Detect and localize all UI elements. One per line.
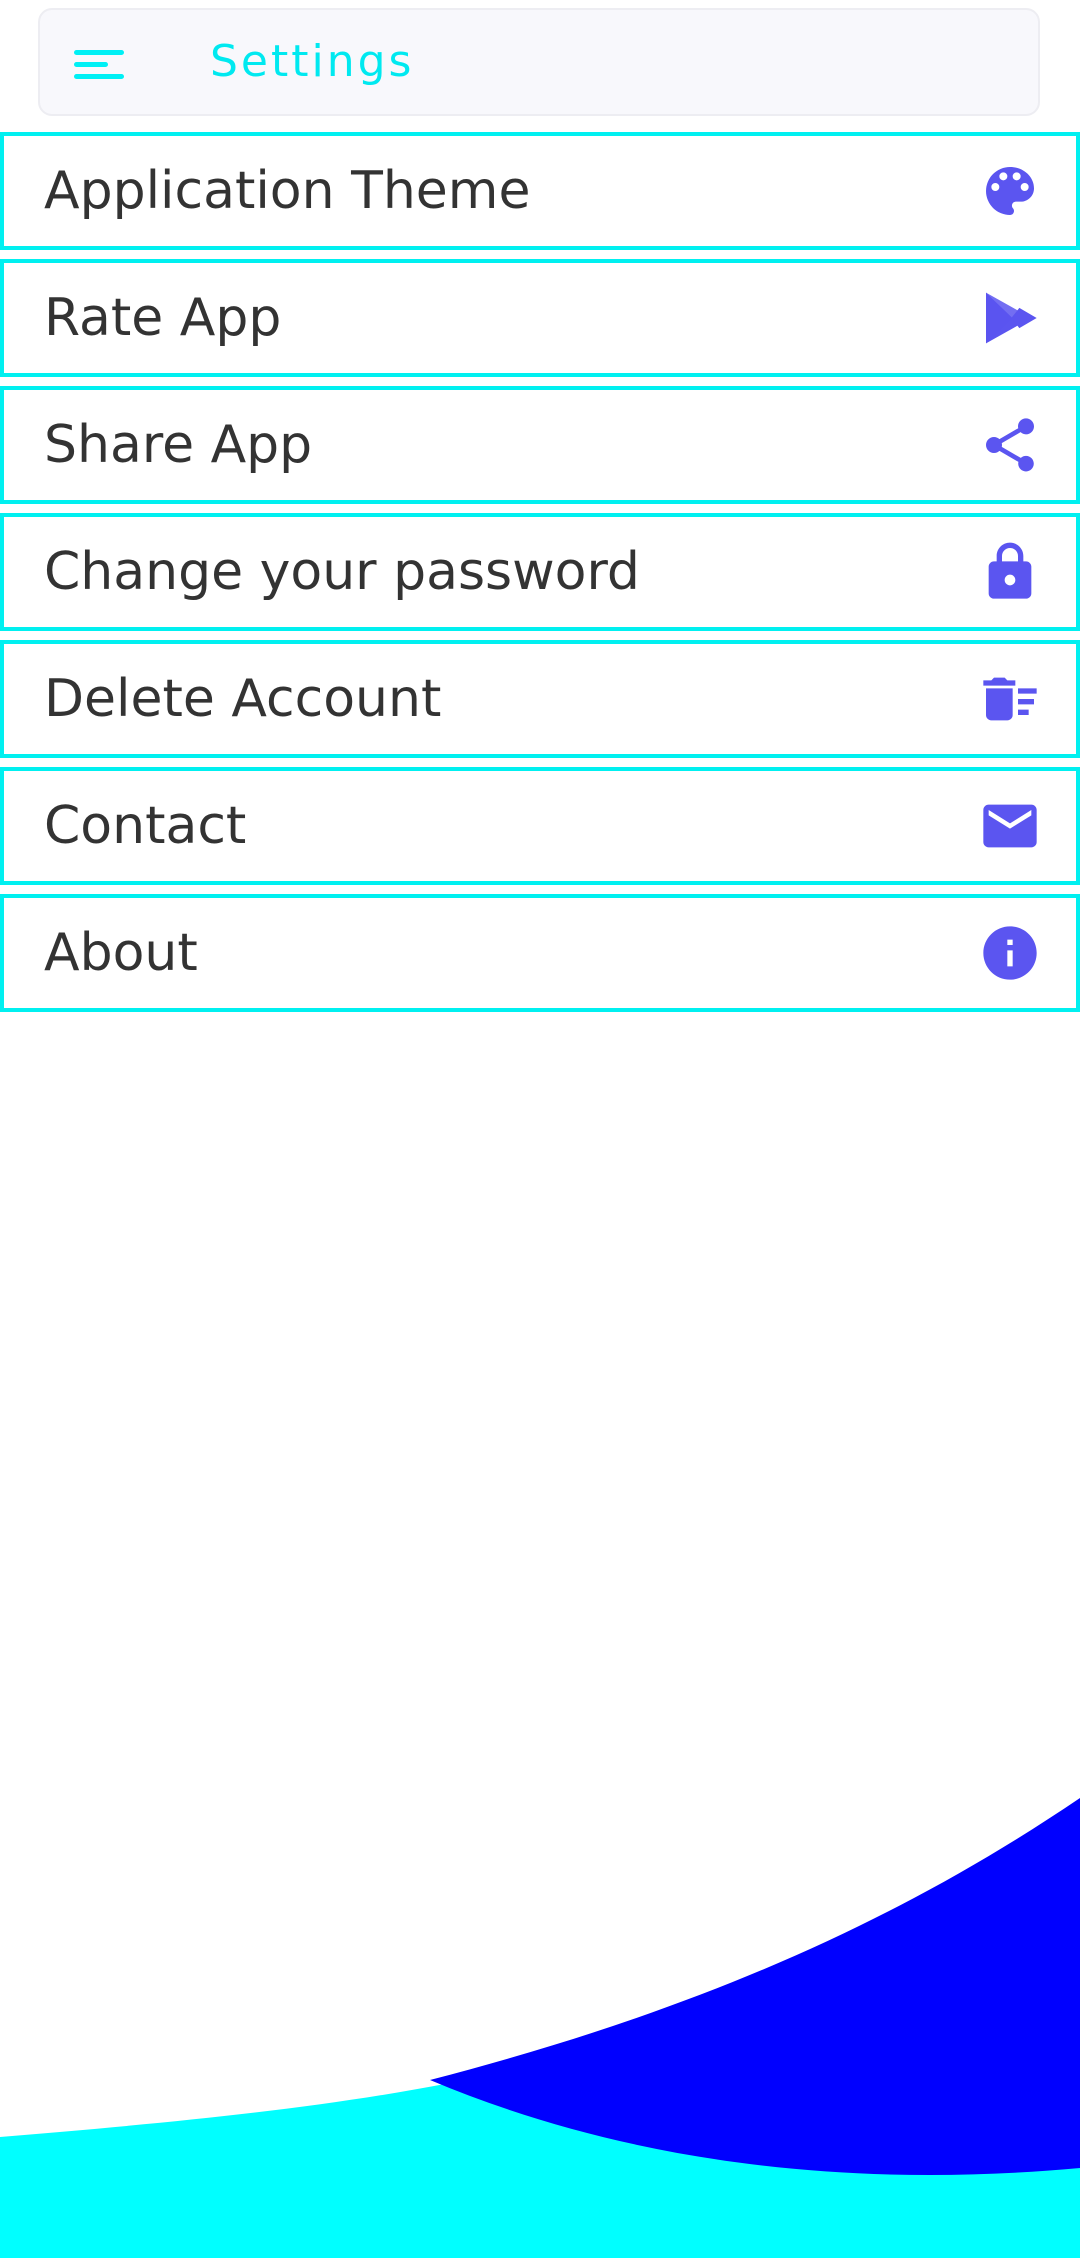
settings-item-label: Delete Account <box>44 669 442 729</box>
settings-item-rate-app[interactable]: Rate App <box>0 259 1080 377</box>
settings-item-label: Rate App <box>44 288 282 348</box>
settings-item-about[interactable]: About <box>0 894 1080 1012</box>
settings-item-change-password[interactable]: Change your password <box>0 513 1080 631</box>
page-title: Settings <box>210 36 415 87</box>
palette-icon <box>978 159 1042 223</box>
settings-item-label: Application Theme <box>44 161 531 221</box>
menu-line <box>74 50 124 55</box>
mail-icon <box>978 794 1042 858</box>
decorative-waves <box>0 1798 1080 2258</box>
settings-item-share-app[interactable]: Share App <box>0 386 1080 504</box>
lock-icon <box>978 540 1042 604</box>
share-icon <box>978 413 1042 477</box>
menu-line <box>74 62 108 67</box>
menu-line <box>74 74 124 79</box>
settings-item-label: Contact <box>44 796 247 856</box>
settings-item-delete-account[interactable]: Delete Account <box>0 640 1080 758</box>
delete-sweep-icon <box>978 667 1042 731</box>
settings-item-label: Share App <box>44 415 313 475</box>
play-store-icon <box>978 286 1042 350</box>
info-icon <box>978 921 1042 985</box>
settings-item-label: About <box>44 923 198 983</box>
settings-item-application-theme[interactable]: Application Theme <box>0 132 1080 250</box>
app-bar: Settings <box>38 8 1040 116</box>
settings-item-contact[interactable]: Contact <box>0 767 1080 885</box>
settings-item-label: Change your password <box>44 542 640 602</box>
hamburger-menu-icon[interactable] <box>70 36 130 92</box>
